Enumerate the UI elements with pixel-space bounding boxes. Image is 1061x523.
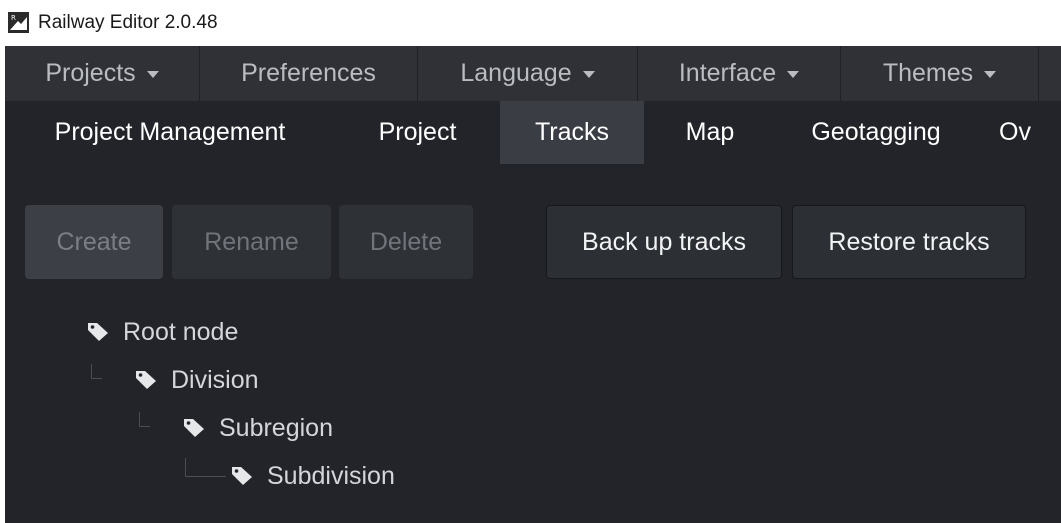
tag-icon	[183, 418, 205, 438]
tab-tracks[interactable]: Tracks	[500, 101, 644, 164]
tag-icon	[135, 370, 157, 390]
tab-geotagging[interactable]: Geotagging	[776, 101, 976, 164]
tab-label: Project	[378, 118, 457, 146]
menu-language[interactable]: Language	[418, 46, 638, 101]
menu-themes[interactable]: Themes	[841, 46, 1039, 101]
restore-tracks-label: Restore tracks	[828, 227, 990, 256]
menu-language-label: Language	[460, 59, 572, 87]
tree-connector	[185, 458, 226, 477]
chevron-down-icon	[146, 71, 159, 78]
rename-button-label: Rename	[204, 227, 299, 256]
tree-node-division[interactable]: Division	[135, 363, 259, 397]
menu-projects-label: Projects	[45, 59, 136, 87]
tree-connector	[91, 364, 102, 379]
tree-node-subregion[interactable]: Subregion	[183, 411, 333, 445]
tab-label: Ov	[999, 118, 1031, 146]
window-title: Railway Editor 2.0.48	[38, 12, 218, 33]
tab-bar: Project Management Project Tracks Map Ge…	[5, 101, 1061, 164]
delete-button-label: Delete	[369, 227, 443, 256]
menu-projects[interactable]: Projects	[5, 46, 200, 101]
app-window: Projects Preferences Language Interface …	[5, 46, 1061, 523]
tree-node-label: Division	[171, 365, 259, 394]
tab-overflow[interactable]: Ov	[976, 101, 1061, 164]
menu-preferences-label: Preferences	[241, 59, 376, 87]
window-titlebar: R Railway Editor 2.0.48	[0, 0, 1061, 46]
tab-map[interactable]: Map	[644, 101, 776, 164]
tag-icon	[87, 322, 109, 342]
chevron-down-icon	[984, 71, 997, 78]
chevron-down-icon	[582, 71, 595, 78]
restore-tracks-button[interactable]: Restore tracks	[792, 205, 1026, 279]
menu-bar: Projects Preferences Language Interface …	[5, 46, 1061, 101]
menu-themes-label: Themes	[882, 59, 974, 87]
tree-node-subdivision[interactable]: Subdivision	[231, 459, 395, 493]
menu-interface-label: Interface	[678, 59, 777, 87]
back-up-tracks-button[interactable]: Back up tracks	[546, 205, 782, 279]
tab-label: Geotagging	[811, 118, 941, 146]
menu-preferences[interactable]: Preferences	[200, 46, 418, 101]
app-logo-icon: R	[8, 12, 29, 33]
tag-icon	[231, 466, 253, 486]
tab-label: Tracks	[534, 118, 610, 146]
svg-text:R: R	[11, 14, 16, 22]
create-button[interactable]: Create	[25, 205, 163, 279]
menu-interface[interactable]: Interface	[638, 46, 841, 101]
tab-project[interactable]: Project	[335, 101, 500, 164]
tree-node-label: Subdivision	[267, 461, 395, 490]
tree-connector	[139, 412, 150, 427]
tab-project-management[interactable]: Project Management	[5, 101, 335, 164]
tab-label: Project Management	[54, 118, 286, 146]
tree-node-label: Root node	[123, 317, 239, 346]
create-button-label: Create	[56, 227, 132, 256]
tree-node-root[interactable]: Root node	[87, 315, 238, 349]
tree-node-label: Subregion	[219, 413, 333, 442]
delete-button[interactable]: Delete	[339, 205, 473, 279]
chevron-down-icon	[787, 71, 800, 78]
back-up-tracks-label: Back up tracks	[582, 227, 746, 256]
rename-button[interactable]: Rename	[172, 205, 331, 279]
tab-label: Map	[685, 118, 735, 146]
